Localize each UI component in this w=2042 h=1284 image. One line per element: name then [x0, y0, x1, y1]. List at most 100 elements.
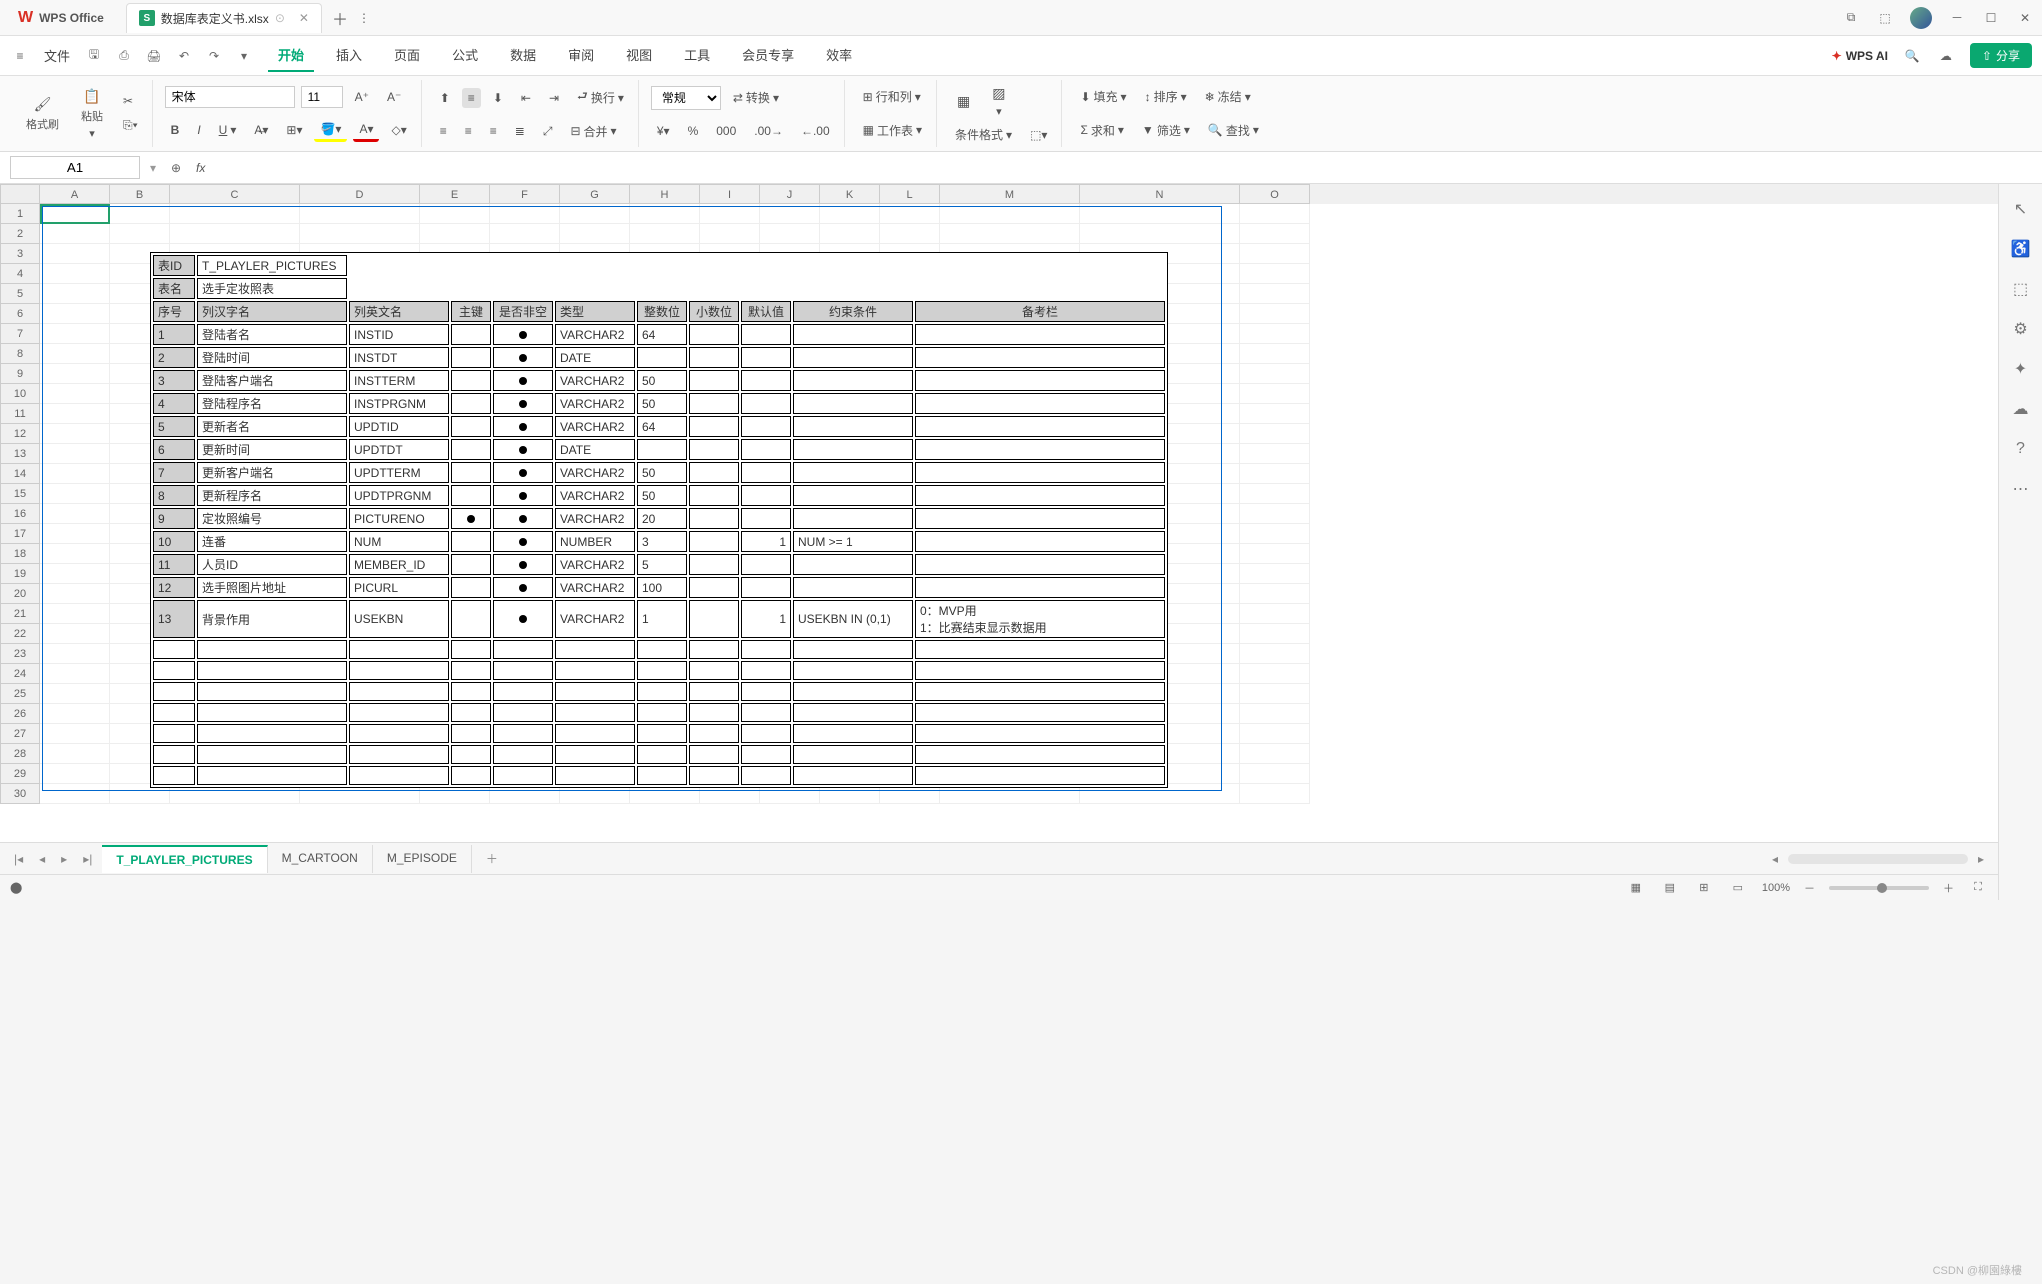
cell[interactable]: [40, 564, 110, 584]
hscroll-right-icon[interactable]: ▸: [1972, 848, 1990, 870]
sheet-tab[interactable]: M_CARTOON: [268, 845, 373, 873]
cell[interactable]: [1240, 244, 1310, 264]
cell[interactable]: [1240, 204, 1310, 224]
cell[interactable]: [1240, 584, 1310, 604]
align-bottom-icon[interactable]: ⬇: [487, 88, 509, 108]
cell[interactable]: [40, 224, 110, 244]
row-header[interactable]: 22: [0, 624, 40, 644]
name-box[interactable]: [10, 156, 140, 179]
cell[interactable]: [1240, 464, 1310, 484]
cell[interactable]: [1240, 504, 1310, 524]
cell[interactable]: [1240, 624, 1310, 644]
font-name-select[interactable]: [165, 86, 295, 108]
cell[interactable]: [40, 584, 110, 604]
row-header[interactable]: 30: [0, 784, 40, 804]
add-sheet-button[interactable]: ＋: [476, 846, 508, 871]
menu-数据[interactable]: 数据: [500, 39, 546, 72]
col-header-G[interactable]: G: [560, 184, 630, 204]
sheet-nav-next-icon[interactable]: ▸: [55, 848, 73, 870]
align-justify-icon[interactable]: ≣: [509, 121, 531, 141]
view-break-icon[interactable]: ⊞: [1694, 878, 1714, 898]
cell[interactable]: [490, 224, 560, 244]
cell[interactable]: [1240, 384, 1310, 404]
zoom-in-icon[interactable]: ＋: [1943, 880, 1954, 896]
cube-icon[interactable]: ⬚: [1876, 9, 1894, 27]
paste-button[interactable]: 📋粘贴▾: [73, 84, 111, 144]
thousands-icon[interactable]: 000: [710, 121, 742, 141]
cut-icon[interactable]: ✂: [117, 91, 144, 111]
zoom-icon[interactable]: ⊕: [166, 158, 186, 178]
cell[interactable]: [1240, 644, 1310, 664]
convert-button[interactable]: ⇄ 转换▾: [727, 86, 785, 109]
row-header[interactable]: 14: [0, 464, 40, 484]
wps-ai-button[interactable]: ✦WPS AI: [1832, 49, 1888, 63]
increase-font-icon[interactable]: A⁺: [349, 87, 375, 107]
cell[interactable]: [40, 264, 110, 284]
formula-input[interactable]: [215, 157, 2032, 178]
cell[interactable]: [170, 204, 300, 224]
cell[interactable]: [1240, 224, 1310, 244]
view-reading-icon[interactable]: ▭: [1728, 878, 1748, 898]
col-header-H[interactable]: H: [630, 184, 700, 204]
cell[interactable]: [560, 204, 630, 224]
clear-format-icon[interactable]: ◇▾: [385, 120, 412, 140]
backup-icon[interactable]: ☁: [2010, 398, 2032, 420]
col-header-J[interactable]: J: [760, 184, 820, 204]
cell[interactable]: [40, 724, 110, 744]
cell[interactable]: [560, 224, 630, 244]
row-header[interactable]: 23: [0, 644, 40, 664]
row-header[interactable]: 20: [0, 584, 40, 604]
style-panel-icon[interactable]: ♿: [2010, 238, 2032, 260]
cell[interactable]: [760, 204, 820, 224]
cell[interactable]: [1240, 364, 1310, 384]
cell[interactable]: [1080, 204, 1240, 224]
close-tab-icon[interactable]: ✕: [299, 11, 309, 25]
row-header[interactable]: 5: [0, 284, 40, 304]
col-header-M[interactable]: M: [940, 184, 1080, 204]
cell[interactable]: [1240, 784, 1310, 804]
cell[interactable]: [40, 744, 110, 764]
cell[interactable]: [820, 224, 880, 244]
cell[interactable]: [40, 644, 110, 664]
wrap-text-button[interactable]: ⮐ 换行▾: [571, 84, 630, 111]
decrease-decimal-icon[interactable]: ←.00: [795, 121, 836, 141]
cell[interactable]: [110, 204, 170, 224]
sheet-tab[interactable]: T_PLAYLER_PICTURES: [102, 845, 267, 873]
number-format-select[interactable]: 常规: [651, 86, 721, 110]
file-tab[interactable]: S 数据库表定义书.xlsx ⊙ ✕: [126, 3, 322, 33]
border-icon[interactable]: ⊞▾: [280, 120, 308, 140]
row-header[interactable]: 1: [0, 204, 40, 224]
cell[interactable]: [1240, 684, 1310, 704]
cursor-icon[interactable]: ↖: [2010, 198, 2032, 220]
cell[interactable]: [40, 364, 110, 384]
increase-decimal-icon[interactable]: .00→: [748, 121, 789, 141]
cell[interactable]: [40, 444, 110, 464]
align-left-icon[interactable]: ≡: [434, 121, 453, 141]
cell[interactable]: [420, 204, 490, 224]
row-header[interactable]: 4: [0, 264, 40, 284]
cloud-icon[interactable]: ☁: [1936, 46, 1956, 66]
row-header[interactable]: 26: [0, 704, 40, 724]
cell[interactable]: [40, 764, 110, 784]
row-header[interactable]: 19: [0, 564, 40, 584]
col-header-N[interactable]: N: [1080, 184, 1240, 204]
view-page-icon[interactable]: ▤: [1660, 878, 1680, 898]
row-header[interactable]: 21: [0, 604, 40, 624]
cell-style-icon[interactable]: ▨▾: [984, 81, 1013, 122]
cell[interactable]: [40, 484, 110, 504]
sheet-nav-last-icon[interactable]: ▸|: [77, 848, 98, 870]
fx-icon[interactable]: fx: [196, 161, 205, 175]
percent-icon[interactable]: %: [682, 121, 705, 141]
zoom-value[interactable]: 100%: [1762, 882, 1790, 894]
maximize-icon[interactable]: ☐: [1982, 9, 2000, 27]
cell[interactable]: [1240, 424, 1310, 444]
cell[interactable]: [40, 304, 110, 324]
align-center-icon[interactable]: ≡: [459, 121, 478, 141]
cell[interactable]: [40, 464, 110, 484]
menu-icon[interactable]: ≡: [10, 46, 30, 66]
cell[interactable]: [40, 664, 110, 684]
cell[interactable]: [1240, 264, 1310, 284]
cell[interactable]: [700, 204, 760, 224]
cell[interactable]: [490, 204, 560, 224]
cell[interactable]: [1240, 704, 1310, 724]
